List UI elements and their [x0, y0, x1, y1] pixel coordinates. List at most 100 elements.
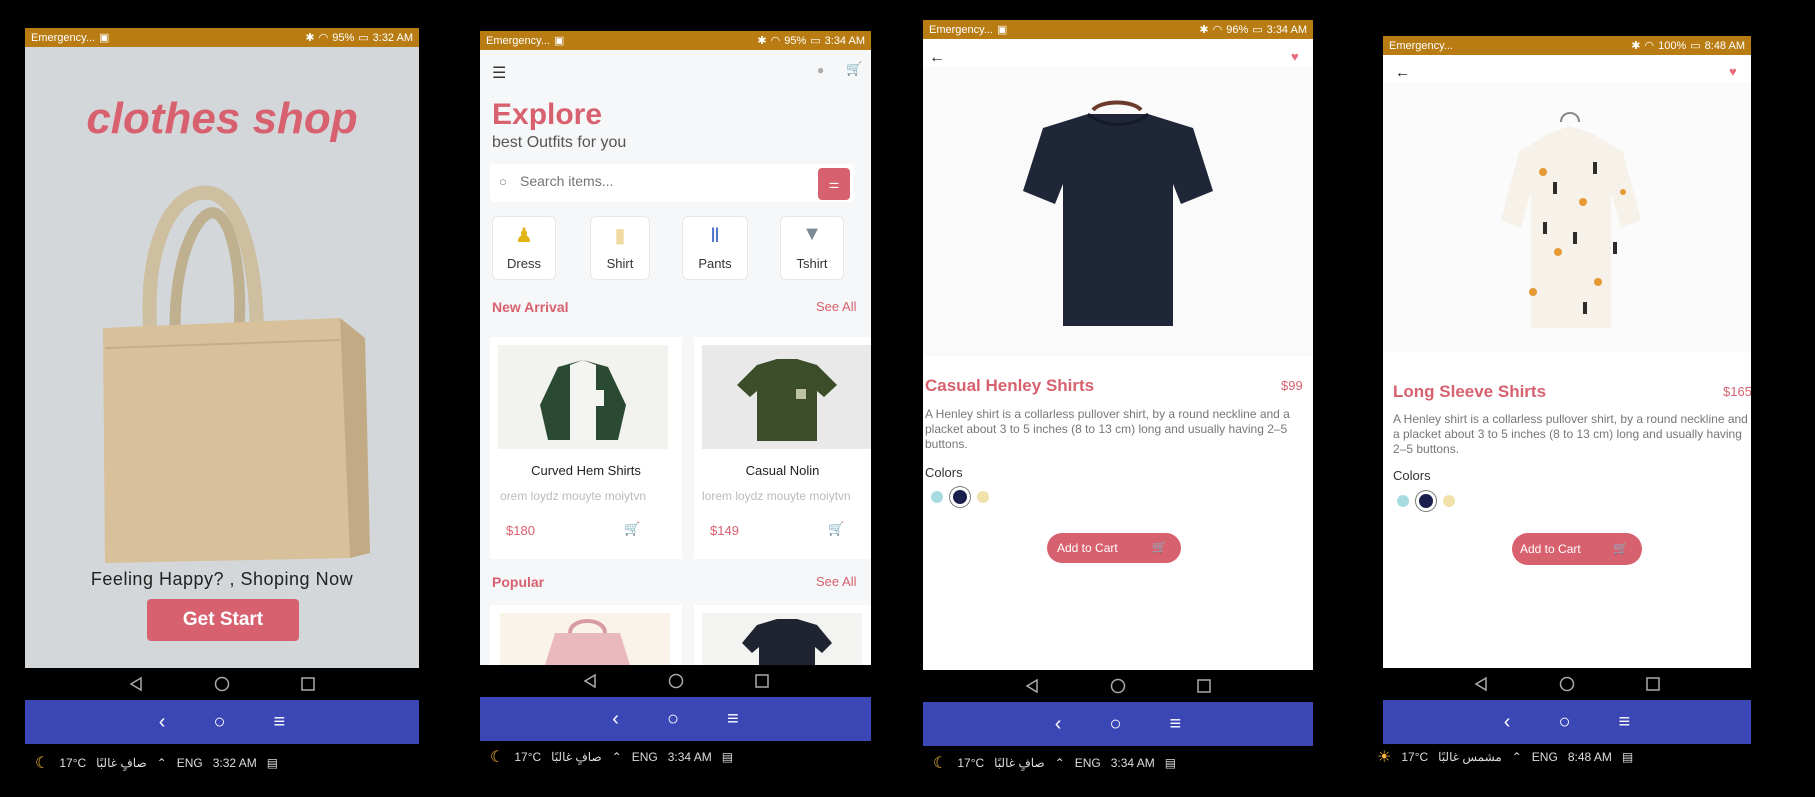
chevron-left-icon[interactable]: ‹ — [159, 711, 166, 734]
explore-screen: Emergency... ▣ ✱ ◠ 95% ▭ 3:34 AM ☰ ● 🛒 Explor… — [480, 31, 871, 665]
battery-icon: ▭ — [1252, 24, 1263, 36]
back-nav-icon[interactable] — [582, 673, 598, 689]
category-tshirt[interactable]: ▼ Tshirt — [780, 216, 844, 280]
phone-detail-henley: Emergency... ▣ ✱ ◠ 96% ▭ 3:34 AM ← ♥ Casual H… — [923, 20, 1313, 778]
android-nav-bar — [1383, 668, 1751, 700]
product-description: A Henley shirt is a collarless pullover … — [1393, 412, 1748, 456]
taskbar-clock: 3:34 AM — [667, 750, 712, 764]
circle-icon[interactable]: ○ — [667, 708, 679, 731]
color-swatch-cream[interactable] — [1443, 495, 1455, 507]
see-all-popular-link[interactable]: See All — [816, 574, 856, 589]
back-arrow-icon[interactable]: ← — [1395, 64, 1410, 81]
get-start-button[interactable]: Get Start — [147, 599, 299, 641]
home-nav-icon[interactable] — [1559, 676, 1575, 692]
recents-nav-icon[interactable] — [1645, 676, 1661, 692]
product-price: $99 — [1281, 378, 1303, 393]
add-cart-icon[interactable]: 🛒 — [828, 521, 844, 537]
popular-card-1[interactable] — [490, 605, 682, 665]
phone-splash: Emergency... ▣ ✱ ◠ 95% ▭ 3:32 AM clothes shop… — [25, 28, 419, 776]
back-nav-icon[interactable] — [1473, 676, 1489, 692]
chevron-up-icon[interactable]: ⌃ — [157, 756, 167, 770]
taskbar-clock: 8:48 AM — [1567, 750, 1612, 764]
notification-icon[interactable]: ▤ — [722, 750, 733, 764]
notification-icon[interactable]: ▤ — [1165, 756, 1176, 770]
color-swatch-navy-selected[interactable] — [953, 490, 967, 504]
back-nav-icon[interactable] — [1024, 678, 1040, 694]
battery-percent: 95% — [784, 34, 807, 47]
category-dress[interactable]: ♟ Dress — [492, 216, 556, 280]
home-nav-icon[interactable] — [668, 673, 684, 689]
menu-icon[interactable]: ≡ — [727, 708, 739, 731]
cart-icon[interactable]: 🛒 — [846, 61, 862, 77]
language: ENG — [631, 750, 658, 764]
detail-screen: Emergency... ✱ ◠ 100% ▭ 8:48 AM ← ♥ Long Sle… — [1383, 36, 1751, 668]
popular-card-2[interactable] — [694, 605, 871, 665]
category-shirt[interactable]: ▮ Shirt — [590, 216, 650, 280]
chevron-up-icon[interactable]: ⌃ — [1512, 750, 1522, 764]
favorite-heart-icon[interactable]: ♥ — [1729, 64, 1737, 79]
dress-icon: ♟ — [515, 225, 533, 247]
chevron-up-icon[interactable]: ⌃ — [1055, 756, 1065, 770]
color-swatch-navy-selected[interactable] — [1419, 494, 1433, 508]
language: ENG — [176, 756, 203, 770]
product-card-1[interactable]: Curved Hem Shirts orem loydz mouyte moiy… — [490, 337, 682, 559]
tshirt-icon: ▼ — [802, 223, 822, 245]
color-swatch-light-blue[interactable] — [1397, 495, 1409, 507]
menu-icon[interactable]: ≡ — [1170, 713, 1182, 736]
status-bar: Emergency... ▣ ✱ ◠ 96% ▭ 3:34 AM — [923, 20, 1313, 39]
favorite-heart-icon[interactable]: ♥ — [1291, 49, 1299, 64]
battery-icon: ▭ — [1690, 40, 1701, 52]
color-swatch-light-blue[interactable] — [931, 491, 943, 503]
menu-icon[interactable]: ≡ — [274, 711, 286, 734]
add-cart-icon[interactable]: 🛒 — [624, 521, 640, 537]
search-icon: ○ — [499, 174, 507, 189]
product-image — [923, 66, 1313, 356]
recents-nav-icon[interactable] — [1196, 678, 1212, 694]
add-to-cart-label: Add to Cart — [1057, 541, 1118, 555]
product-image — [498, 345, 668, 449]
recents-nav-icon[interactable] — [754, 673, 770, 689]
add-to-cart-button[interactable]: Add to Cart 🛒 — [1047, 533, 1181, 563]
home-nav-icon[interactable] — [214, 676, 230, 692]
home-nav-icon[interactable] — [1110, 678, 1126, 694]
menu-icon[interactable]: ≡ — [1619, 711, 1631, 734]
tagline: Feeling Happy? , Shoping Now — [90, 569, 354, 589]
temperature: 17°C — [957, 756, 985, 770]
back-nav-icon[interactable] — [128, 676, 144, 692]
chevron-left-icon[interactable]: ‹ — [1055, 713, 1062, 736]
moon-weather-icon: ☾ — [933, 755, 948, 772]
recents-nav-icon[interactable] — [300, 676, 316, 692]
android-nav-bar — [480, 665, 871, 697]
hamburger-menu-icon[interactable]: ☰ — [492, 63, 506, 83]
gallery-icon: ▣ — [997, 24, 1008, 36]
filter-button[interactable]: ⚌ — [818, 168, 850, 200]
wifi-icon: ◠ — [770, 35, 781, 47]
bell-icon[interactable]: ● — [817, 63, 824, 77]
handbag-image — [500, 613, 670, 665]
chevron-left-icon[interactable]: ‹ — [612, 708, 619, 731]
app-title: clothes shop — [86, 94, 358, 143]
circle-icon[interactable]: ○ — [213, 711, 225, 734]
chevron-left-icon[interactable]: ‹ — [1504, 711, 1511, 734]
chevron-up-icon[interactable]: ⌃ — [612, 750, 622, 764]
color-swatch-cream[interactable] — [977, 491, 989, 503]
search-bar[interactable]: ○ ⚌ — [490, 164, 854, 202]
category-pants[interactable]: Ⅱ Pants — [682, 216, 748, 280]
phone-detail-longsleeve: Emergency... ✱ ◠ 100% ▭ 8:48 AM ← ♥ Long Sle… — [1367, 36, 1771, 768]
notification-icon[interactable]: ▤ — [1622, 750, 1633, 764]
circle-icon[interactable]: ○ — [1109, 713, 1121, 736]
moon-weather-icon: ☾ — [35, 755, 50, 772]
phone-explore: Emergency... ▣ ✱ ◠ 95% ▭ 3:34 AM ☰ ● 🛒 Explor… — [480, 31, 871, 773]
category-label: Tshirt — [796, 256, 828, 271]
product-desc: lorem loydz mouyte moiytvn — [702, 489, 851, 503]
clock: 8:48 AM — [1704, 39, 1745, 52]
back-arrow-icon[interactable]: ← — [929, 49, 945, 67]
product-image — [702, 345, 871, 449]
product-card-2[interactable]: Casual Nolin lorem loydz mouyte moiytvn … — [694, 337, 871, 559]
notification-icon[interactable]: ▤ — [267, 756, 278, 770]
see-all-new-link[interactable]: See All — [816, 299, 856, 314]
weather-text: صافٍ غالبًا — [551, 750, 602, 764]
add-to-cart-button[interactable]: Add to Cart 🛒 — [1512, 533, 1642, 565]
search-input[interactable] — [518, 172, 802, 190]
circle-icon[interactable]: ○ — [1558, 711, 1570, 734]
